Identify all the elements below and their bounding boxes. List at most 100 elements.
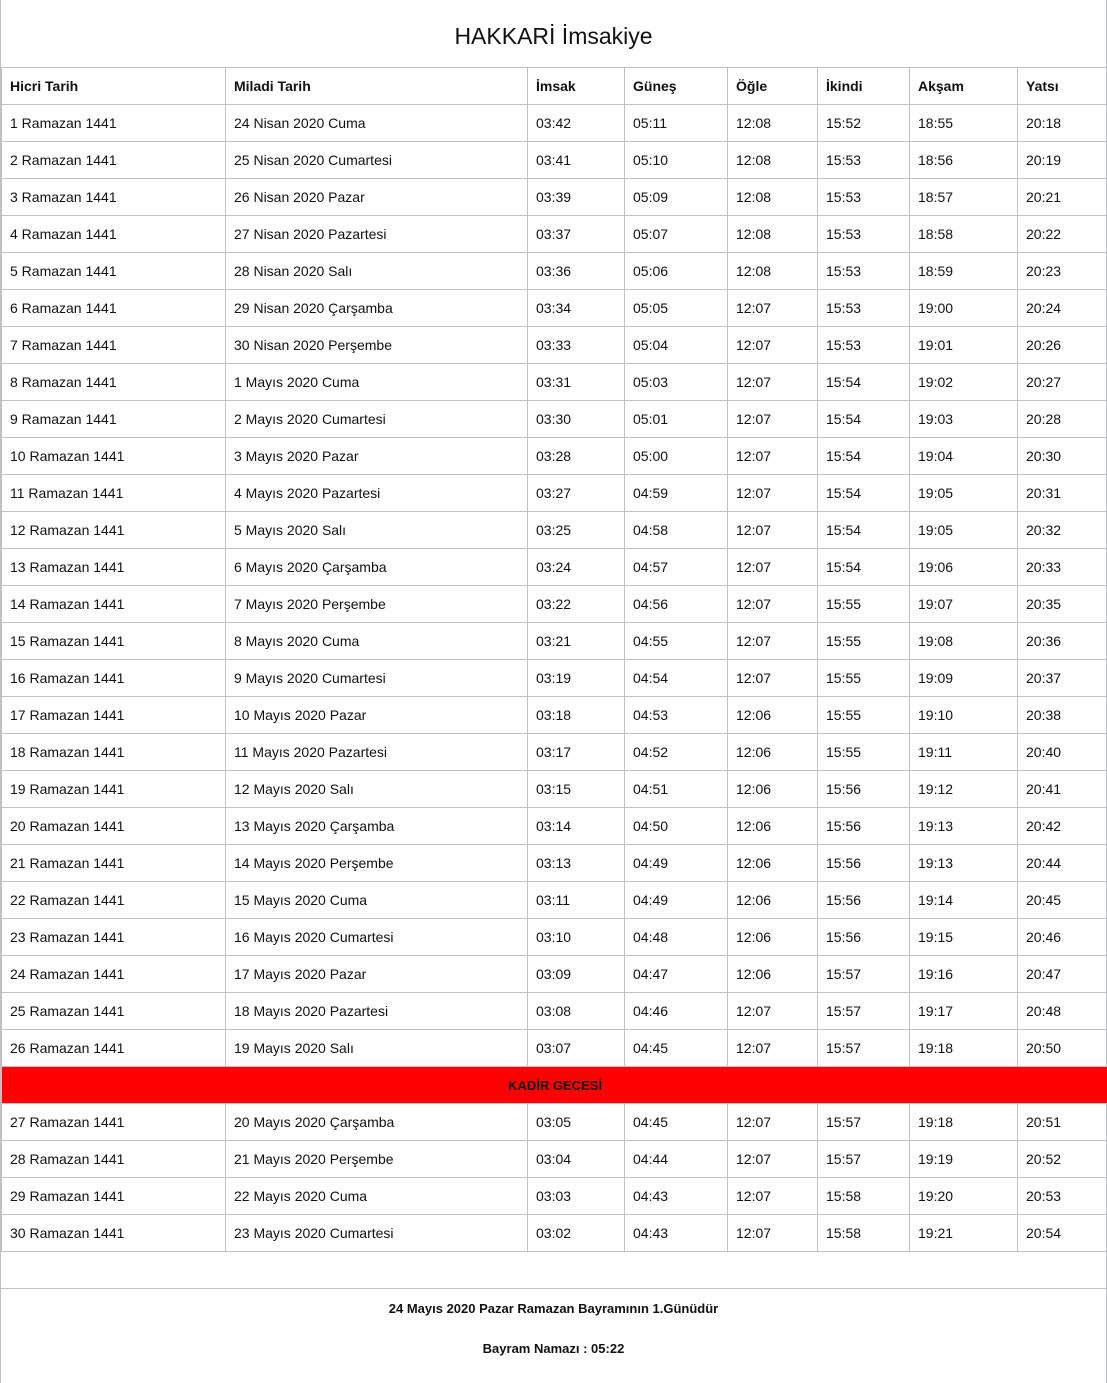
- ikindi-time-cell: 15:53: [817, 178, 910, 216]
- imsak-time-cell: 03:18: [527, 696, 625, 734]
- gunes-time-cell: 04:50: [624, 807, 728, 845]
- imsak-time-cell: 03:42: [527, 104, 625, 142]
- miladi-date-cell: 27 Nisan 2020 Pazartesi: [225, 215, 528, 253]
- hicri-date-cell: 5 Ramazan 1441: [1, 252, 226, 290]
- imsak-time-cell: 03:02: [527, 1214, 625, 1252]
- ikindi-time-cell: 15:58: [817, 1177, 910, 1215]
- table-row: 26 Ramazan 1441 19 Mayıs 2020 Salı 03:07 04…: [1, 1029, 1107, 1067]
- gunes-time-cell: 04:47: [624, 955, 728, 993]
- miladi-date-cell: 4 Mayıs 2020 Pazartesi: [225, 474, 528, 512]
- ikindi-time-cell: 15:56: [817, 807, 910, 845]
- aksam-time-cell: 19:05: [909, 474, 1018, 512]
- yatsi-time-cell: 20:52: [1017, 1140, 1107, 1178]
- aksam-time-cell: 19:04: [909, 437, 1018, 475]
- yatsi-time-cell: 20:42: [1017, 807, 1107, 845]
- gunes-time-cell: 05:10: [624, 141, 728, 179]
- yatsi-time-cell: 20:33: [1017, 548, 1107, 586]
- table-row: 21 Ramazan 1441 14 Mayıs 2020 Perşembe 03:…: [1, 844, 1107, 882]
- imsak-time-cell: 03:25: [527, 511, 625, 549]
- imsak-time-cell: 03:24: [527, 548, 625, 586]
- aksam-time-cell: 19:15: [909, 918, 1018, 956]
- gunes-time-cell: 04:49: [624, 881, 728, 919]
- yatsi-time-cell: 20:30: [1017, 437, 1107, 475]
- table-row: 24 Ramazan 1441 17 Mayıs 2020 Pazar 03:09 0…: [1, 955, 1107, 993]
- aksam-time-cell: 18:55: [909, 104, 1018, 142]
- ogle-time-cell: 12:08: [727, 141, 818, 179]
- imsak-time-cell: 03:33: [527, 326, 625, 364]
- gunes-time-cell: 05:04: [624, 326, 728, 364]
- aksam-time-cell: 19:03: [909, 400, 1018, 438]
- yatsi-time-cell: 20:27: [1017, 363, 1107, 401]
- column-header-ikindi: İkindi: [817, 67, 910, 105]
- gunes-time-cell: 04:52: [624, 733, 728, 771]
- gunes-time-cell: 04:49: [624, 844, 728, 882]
- hicri-date-cell: 6 Ramazan 1441: [1, 289, 226, 327]
- table-row: 10 Ramazan 1441 3 Mayıs 2020 Pazar 03:28 05…: [1, 437, 1107, 475]
- yatsi-time-cell: 20:36: [1017, 622, 1107, 660]
- imsak-time-cell: 03:19: [527, 659, 625, 697]
- miladi-date-cell: 14 Mayıs 2020 Perşembe: [225, 844, 528, 882]
- table-row: 22 Ramazan 1441 15 Mayıs 2020 Cuma 03:11 04…: [1, 881, 1107, 919]
- bayram-namazi-line: Bayram Namazı : 05:22: [482, 1341, 625, 1356]
- hicri-date-cell: 20 Ramazan 1441: [1, 807, 226, 845]
- aksam-time-cell: 18:59: [909, 252, 1018, 290]
- miladi-date-cell: 1 Mayıs 2020 Cuma: [225, 363, 528, 401]
- ikindi-time-cell: 15:53: [817, 289, 910, 327]
- yatsi-time-cell: 20:19: [1017, 141, 1107, 179]
- aksam-time-cell: 19:09: [909, 659, 1018, 697]
- ogle-time-cell: 12:07: [727, 659, 818, 697]
- ikindi-time-cell: 15:53: [817, 326, 910, 364]
- yatsi-time-cell: 20:46: [1017, 918, 1107, 956]
- yatsi-time-cell: 20:22: [1017, 215, 1107, 253]
- aksam-time-cell: 19:07: [909, 585, 1018, 623]
- imsak-time-cell: 03:13: [527, 844, 625, 882]
- imsak-time-cell: 03:28: [527, 437, 625, 475]
- gunes-time-cell: 05:07: [624, 215, 728, 253]
- table-row: 3 Ramazan 1441 26 Nisan 2020 Pazar 03:39 05…: [1, 178, 1107, 216]
- yatsi-time-cell: 20:35: [1017, 585, 1107, 623]
- ikindi-time-cell: 15:56: [817, 881, 910, 919]
- yatsi-time-cell: 20:31: [1017, 474, 1107, 512]
- aksam-time-cell: 19:10: [909, 696, 1018, 734]
- gunes-time-cell: 04:48: [624, 918, 728, 956]
- imsak-time-cell: 03:22: [527, 585, 625, 623]
- aksam-time-cell: 19:02: [909, 363, 1018, 401]
- table-row: 15 Ramazan 1441 8 Mayıs 2020 Cuma 03:21 04:…: [1, 622, 1107, 660]
- yatsi-time-cell: 20:40: [1017, 733, 1107, 771]
- table-row: 30 Ramazan 1441 23 Mayıs 2020 Cumartesi 03…: [1, 1214, 1107, 1252]
- aksam-time-cell: 18:57: [909, 178, 1018, 216]
- hicri-date-cell: 30 Ramazan 1441: [1, 1214, 226, 1252]
- imsak-time-cell: 03:08: [527, 992, 625, 1030]
- ogle-time-cell: 12:07: [727, 622, 818, 660]
- ogle-time-cell: 12:07: [727, 289, 818, 327]
- ogle-time-cell: 12:07: [727, 326, 818, 364]
- ogle-time-cell: 12:07: [727, 437, 818, 475]
- yatsi-time-cell: 20:50: [1017, 1029, 1107, 1067]
- aksam-time-cell: 19:13: [909, 807, 1018, 845]
- table-row: 20 Ramazan 1441 13 Mayıs 2020 Çarşamba 03:…: [1, 807, 1107, 845]
- column-header-gunes: Güneş: [624, 67, 728, 105]
- ikindi-time-cell: 15:58: [817, 1214, 910, 1252]
- hicri-date-cell: 14 Ramazan 1441: [1, 585, 226, 623]
- gunes-time-cell: 04:45: [624, 1103, 728, 1141]
- yatsi-time-cell: 20:47: [1017, 955, 1107, 993]
- gunes-time-cell: 04:57: [624, 548, 728, 586]
- ikindi-time-cell: 15:55: [817, 622, 910, 660]
- hicri-date-cell: 27 Ramazan 1441: [1, 1103, 226, 1141]
- column-header-aksam: Akşam: [909, 67, 1018, 105]
- imsak-time-cell: 03:14: [527, 807, 625, 845]
- table-row: 25 Ramazan 1441 18 Mayıs 2020 Pazartesi 03…: [1, 992, 1107, 1030]
- table-row: 13 Ramazan 1441 6 Mayıs 2020 Çarşamba 03:2…: [1, 548, 1107, 586]
- hicri-date-cell: 15 Ramazan 1441: [1, 622, 226, 660]
- yatsi-time-cell: 20:24: [1017, 289, 1107, 327]
- ikindi-time-cell: 15:56: [817, 918, 910, 956]
- aksam-time-cell: 19:17: [909, 992, 1018, 1030]
- miladi-date-cell: 30 Nisan 2020 Perşembe: [225, 326, 528, 364]
- yatsi-time-cell: 20:45: [1017, 881, 1107, 919]
- aksam-time-cell: 19:18: [909, 1103, 1018, 1141]
- ogle-time-cell: 12:07: [727, 1214, 818, 1252]
- table-row: 4 Ramazan 1441 27 Nisan 2020 Pazartesi 03:…: [1, 215, 1107, 253]
- footer: 24 Mayıs 2020 Pazar Ramazan Bayramının 1…: [1, 1299, 1106, 1359]
- ogle-time-cell: 12:07: [727, 400, 818, 438]
- imsak-time-cell: 03:21: [527, 622, 625, 660]
